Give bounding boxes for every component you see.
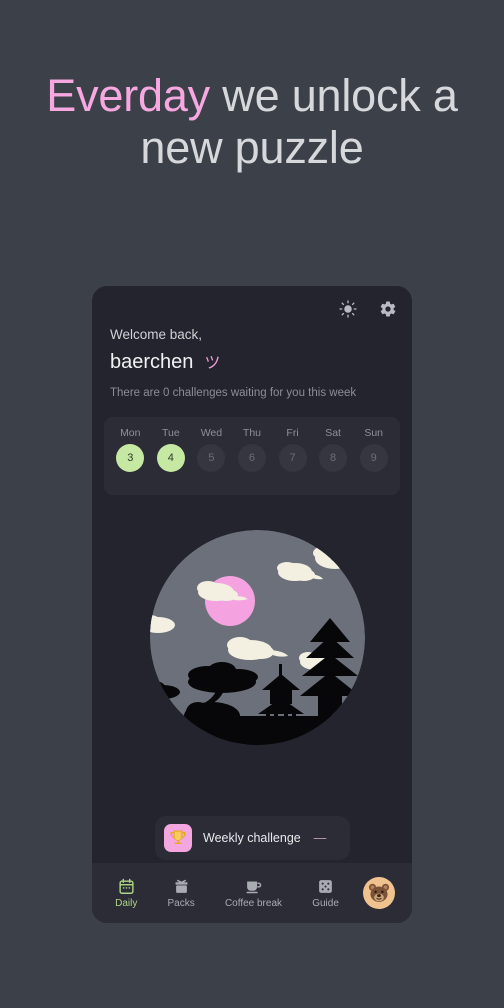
nav-label-daily: Daily: [115, 898, 138, 909]
nav-label-packs: Packs: [167, 898, 195, 909]
page-title: Everday we unlock a new puzzle: [0, 70, 504, 174]
trophy-icon: [164, 824, 192, 852]
day-cell-sun[interactable]: 9: [355, 444, 393, 472]
day-cell-sat[interactable]: 8: [314, 444, 352, 472]
weekly-challenge-label: Weekly challenge: [203, 831, 301, 845]
weekday-cell: Wed: [192, 427, 230, 439]
day-dot[interactable]: 6: [237, 444, 266, 472]
day-cell-fri[interactable]: 7: [274, 444, 312, 472]
weekday-label: Wed: [200, 427, 223, 439]
weekday-label: Fri: [286, 427, 299, 439]
day-dot[interactable]: 5: [197, 444, 226, 472]
weekday-dates-row: 3 4 5 6 7 8 9: [110, 444, 394, 472]
nav-item-daily[interactable]: Daily: [100, 877, 152, 909]
brightness-icon[interactable]: [336, 297, 360, 321]
username: baerchen: [110, 351, 194, 373]
nav-label-coffee-break: Coffee break: [224, 898, 283, 909]
day-cell-thu[interactable]: 6: [233, 444, 271, 472]
day-dot[interactable]: 8: [319, 444, 348, 472]
weekday-cell: Fri: [274, 427, 312, 439]
headline-accent-word: Everday: [46, 70, 210, 121]
nav-item-guide[interactable]: Guide: [297, 877, 354, 909]
bottom-navigation: Daily Packs Coffee break Guide: [92, 863, 412, 923]
day-dot[interactable]: 4: [156, 444, 185, 472]
welcome-label: Welcome back,: [110, 327, 203, 342]
bear-avatar[interactable]: [362, 877, 395, 909]
weekday-label: Tue: [161, 427, 180, 439]
weekday-cell: Mon: [111, 427, 149, 439]
day-dot[interactable]: 9: [359, 444, 388, 472]
app-card: Welcome back, baerchen ツ There are 0 cha…: [92, 286, 412, 923]
weekday-label: Thu: [242, 427, 262, 439]
day-cell-mon[interactable]: 3: [111, 444, 149, 472]
nav-item-packs[interactable]: Packs: [152, 877, 209, 909]
card-header-actions: [336, 297, 400, 321]
day-cell-wed[interactable]: 5: [192, 444, 230, 472]
weekday-cell: Thu: [233, 427, 271, 439]
app-screenshot: Everday we unlock a new puzzle Welcome b…: [0, 0, 504, 1008]
day-dot[interactable]: 7: [278, 444, 307, 472]
weekday-label: Mon: [120, 427, 141, 439]
settings-icon[interactable]: [376, 297, 400, 321]
weekly-challenge-button[interactable]: Weekly challenge —: [155, 816, 350, 860]
day-dot[interactable]: 3: [116, 444, 145, 472]
nav-item-profile[interactable]: [354, 877, 404, 909]
weekday-cell: Tue: [152, 427, 190, 439]
week-strip: Mon Tue Wed Thu Fri Sat Sun 3 4 5 6 7 8 …: [104, 417, 400, 495]
japanese-night-scene-illustration: [150, 530, 365, 745]
dice-icon: [317, 877, 334, 895]
weekday-labels-row: Mon Tue Wed Thu Fri Sat Sun: [110, 427, 394, 439]
username-row: baerchen ツ: [110, 347, 400, 379]
nav-label-guide: Guide: [312, 898, 339, 909]
weekday-label: Sat: [325, 427, 341, 439]
kaomoji-icon: ツ: [204, 355, 221, 372]
weekday-cell: Sat: [314, 427, 352, 439]
calendar-icon: [118, 877, 135, 895]
gift-box-icon: [173, 877, 190, 895]
challenges-status-text: There are 0 challenges waiting for you t…: [110, 387, 357, 399]
weekly-challenge-dash: —: [313, 831, 327, 845]
greeting-block: Welcome back, baerchen ツ There are 0 cha…: [110, 326, 400, 401]
weekday-cell: Sun: [355, 427, 393, 439]
coffee-cup-icon: [245, 877, 262, 895]
nav-item-coffee-break[interactable]: Coffee break: [210, 877, 297, 909]
day-cell-tue[interactable]: 4: [152, 444, 190, 472]
weekday-label: Sun: [364, 427, 383, 439]
